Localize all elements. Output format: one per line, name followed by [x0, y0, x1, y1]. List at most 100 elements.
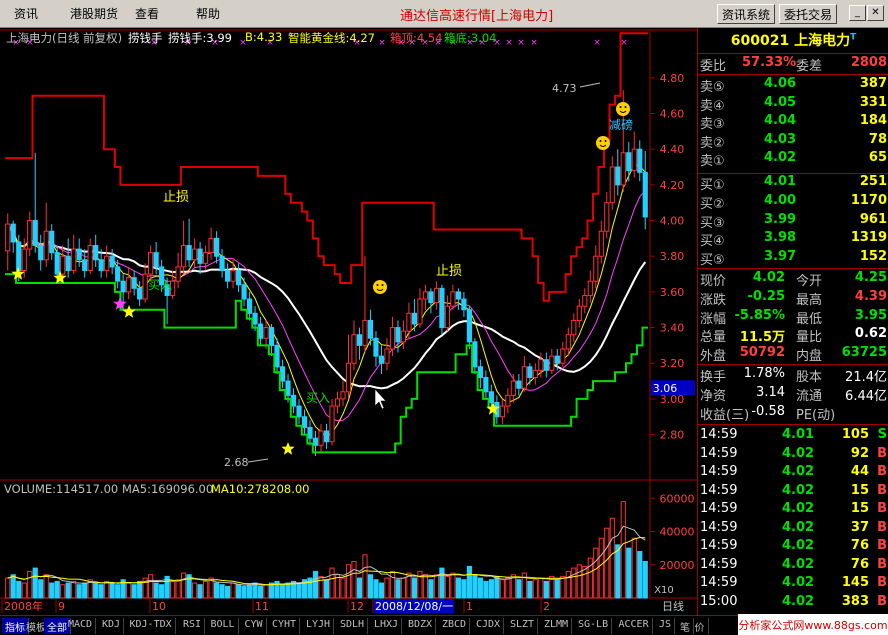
tab-15[interactable]: CJDX [473, 618, 505, 634]
stat-value: 63725 [841, 345, 887, 361]
tab-19[interactable]: ACCER [616, 618, 653, 634]
candle-body [208, 237, 214, 254]
menu-item-news[interactable]: 资讯 [14, 5, 38, 22]
ask-volume: 78 [868, 131, 887, 147]
candle-body [252, 312, 258, 325]
divider [698, 74, 888, 75]
tick-direction: B [877, 593, 887, 609]
tab-18[interactable]: SG-LB [575, 618, 613, 634]
candle-body [642, 171, 648, 218]
bid-volume: 152 [859, 249, 887, 265]
volume-bar [5, 577, 11, 599]
trade-flag: T [850, 32, 857, 43]
tab-17[interactable]: ZLMM [541, 618, 573, 634]
candle-body [400, 330, 407, 343]
volume-bar [246, 584, 253, 599]
watermark: 分析家公式网www.88gs.com [738, 614, 888, 635]
volume-bar [21, 582, 27, 599]
candle-body [532, 369, 538, 379]
menu-item-hk-futures[interactable]: 港股期货 [70, 5, 118, 22]
tab-14[interactable]: ZBCD [439, 618, 471, 634]
tick-price: 4.02 [782, 538, 815, 553]
news-system-button[interactable]: 资讯系统 [717, 4, 776, 24]
candle-body [203, 252, 209, 264]
volume-bar [554, 579, 560, 599]
volume-bar [604, 527, 610, 599]
tab-8[interactable]: CYW [242, 618, 267, 634]
tick-volume: 76 [850, 538, 869, 553]
volume-bar [642, 560, 648, 599]
candle-body [444, 305, 450, 329]
tab-10[interactable]: LYJH [303, 618, 335, 634]
signal-cross-icon: × [517, 38, 525, 48]
date-label: 2008/12/08/一 [375, 600, 453, 613]
volume-bar [450, 572, 456, 599]
tab-12[interactable]: LHXJ [371, 618, 403, 634]
stat-label: 换手 [700, 370, 727, 385]
stoploss-label: 止损 [163, 190, 190, 205]
stat-value: -0.58 [751, 404, 785, 419]
minimize-icon[interactable]: _ [849, 5, 866, 21]
tab-7[interactable]: BOLL [208, 618, 239, 634]
menu-item-view[interactable]: 查看 [135, 5, 159, 22]
stoploss-label: 止损 [436, 264, 463, 279]
volume-bar [175, 579, 181, 599]
stat-row: 换手 1.78% 股本 21.4亿 [698, 366, 888, 385]
ratio-label: 委比 [700, 59, 727, 74]
candle-body [439, 287, 445, 329]
tab-6[interactable]: RSI [180, 618, 206, 634]
volume-bar [598, 537, 604, 599]
ask-row: 卖③ 4.04 184 [698, 113, 888, 132]
candle-body [406, 312, 412, 332]
bid-label: 买④ [700, 234, 725, 250]
tab-5[interactable]: KDJ-TDX [127, 618, 176, 634]
tick-direction: B [877, 445, 887, 461]
candle-body [609, 166, 615, 204]
bid-row: 买④ 3.98 1319 [698, 230, 888, 250]
tab-20[interactable]: JS [656, 618, 676, 634]
close-icon[interactable]: ✕ [867, 5, 884, 21]
volume-value: VOLUME:114517.00 [4, 482, 119, 496]
candle-body [192, 248, 198, 261]
tab-16[interactable]: SLZT [507, 618, 539, 634]
volume-bar [384, 577, 390, 599]
tick-row: 15:00 4.02 383 B [698, 594, 888, 612]
kline-chart[interactable]: 4.804.604.404.204.003.803.603.403.203.00… [0, 28, 697, 615]
candle-body [626, 152, 632, 172]
volume-bar [10, 574, 16, 599]
volume-bar [373, 579, 379, 599]
menu-item-help[interactable]: 帮助 [196, 5, 220, 22]
candle-body [307, 426, 313, 439]
price-tick-label: 3.40 [660, 322, 685, 335]
candle-body [10, 223, 16, 243]
candle-body [38, 245, 44, 261]
tick-time: 14:59 [700, 575, 738, 590]
tick-volume: 15 [850, 482, 869, 498]
ma5-volume: MA5:169096.00 [122, 482, 214, 496]
candle-body [604, 202, 610, 232]
trade-button[interactable]: 委托交易 [779, 4, 838, 24]
tab-22[interactable]: 价 [692, 618, 709, 634]
tick-price: 4.02 [782, 501, 815, 516]
candle-body [510, 380, 516, 396]
tab-13[interactable]: BDZX [405, 618, 437, 634]
tab-11[interactable]: SDLH [337, 618, 369, 634]
tab-9[interactable]: CYHT [269, 618, 301, 634]
stat-value: -5.85% [734, 307, 786, 323]
bid-row: 买① 4.01 251 [698, 174, 888, 193]
tab-3[interactable]: MACD [65, 618, 97, 634]
signal-cross-icon: × [530, 38, 538, 48]
candle-body [461, 298, 467, 311]
tick-row: 14:59 4.02 15 B [698, 483, 888, 501]
candle-body [521, 366, 527, 389]
volume-bar [213, 582, 220, 599]
volume-bar [620, 501, 626, 599]
candle-body [340, 391, 346, 400]
tick-direction: B [877, 482, 887, 498]
volume-bar [27, 570, 33, 599]
volume-bar [32, 567, 38, 599]
tab-4[interactable]: KDJ [99, 618, 125, 634]
candle-body [560, 348, 566, 364]
tick-row: 14:59 4.02 76 B [698, 538, 888, 556]
tick-time: 14:59 [700, 501, 738, 516]
